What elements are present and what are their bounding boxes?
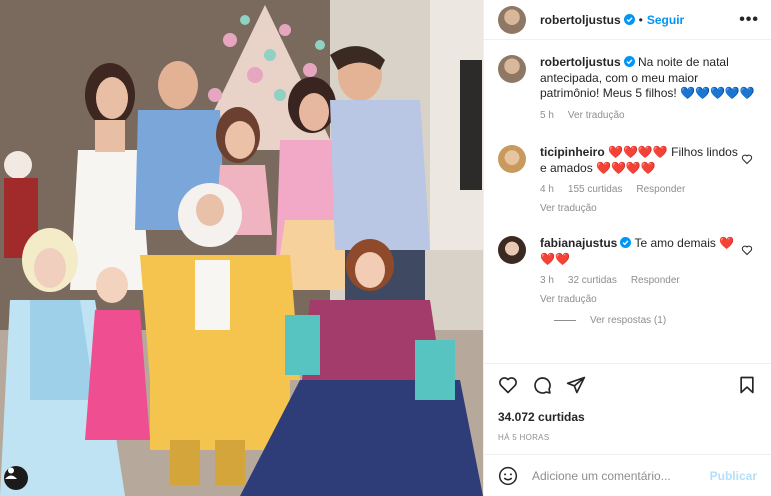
commenter-avatar[interactable] <box>498 236 526 264</box>
comment-input[interactable] <box>532 468 710 483</box>
author-username[interactable]: robertoljustus <box>540 13 621 27</box>
comment-emojis: ❤️❤️❤️❤️ <box>596 160 656 175</box>
post-date: HÁ 5 HORAS <box>498 433 550 442</box>
more-options-icon[interactable]: ••• <box>739 11 759 29</box>
comment-like-heart-icon[interactable] <box>741 153 753 165</box>
caption-emojis: 💙💙💙💙💙 <box>680 86 755 100</box>
verified-badge-icon <box>623 56 635 67</box>
view-replies-label: Ver respostas (1) <box>590 315 667 326</box>
comment-icon[interactable] <box>532 375 552 395</box>
comment-username[interactable]: ticipinheiro <box>540 145 605 159</box>
comments-section: robertoljustus Na noite de natal antecip… <box>484 41 771 363</box>
bookmark-icon[interactable] <box>737 375 757 395</box>
publish-button[interactable]: Publicar <box>710 469 757 483</box>
comment-meta: 3 h 32 curtidas Responder Ver tradução <box>540 273 743 307</box>
caption-time[interactable]: 5 h <box>540 108 554 124</box>
tagged-user-icon[interactable] <box>4 466 28 490</box>
follow-button[interactable]: Seguir <box>647 13 684 27</box>
comment-username[interactable]: fabianajustus <box>540 236 617 250</box>
comment-time[interactable]: 3 h <box>540 273 554 289</box>
replies-divider <box>554 320 576 321</box>
comment-item: ticipinheiro ❤️❤️❤️❤️ Filhos lindos e am… <box>498 145 757 216</box>
caption-translate-link[interactable]: Ver tradução <box>568 108 625 124</box>
share-icon[interactable] <box>566 375 586 395</box>
post-actions: 34.072 curtidas HÁ 5 HORAS <box>484 363 771 442</box>
view-replies-button[interactable]: Ver respostas (1) <box>554 315 757 326</box>
comment-item: fabianajustus Te amo demais ❤️❤️❤️ 3 h 3… <box>498 236 757 307</box>
user-icon <box>5 467 17 479</box>
post-photo[interactable] <box>0 0 483 496</box>
comment-time[interactable]: 4 h <box>540 182 554 198</box>
smile-icon[interactable] <box>498 466 518 486</box>
post-header: robertoljustus • Seguir ••• <box>484 0 771 40</box>
caption: robertoljustus Na noite de natal antecip… <box>498 55 757 123</box>
comment-reply-button[interactable]: Responder <box>636 182 685 198</box>
comment-likes[interactable]: 32 curtidas <box>568 273 617 289</box>
caption-meta: 5 h Ver tradução <box>540 108 757 124</box>
heart-icon[interactable] <box>498 375 518 395</box>
caption-username[interactable]: robertoljustus <box>540 55 621 69</box>
comment-likes[interactable]: 155 curtidas <box>568 182 622 198</box>
comment-composer: Publicar <box>484 454 771 496</box>
commenter-avatar[interactable] <box>498 145 526 173</box>
comment-reply-button[interactable]: Responder <box>631 273 680 289</box>
comment-meta: 4 h 155 curtidas Responder Ver tradução <box>540 182 743 216</box>
comment-text: Te amo demais <box>634 236 716 250</box>
family-christmas-photo <box>0 0 483 496</box>
comment-emojis: ❤️❤️❤️❤️ <box>608 145 668 159</box>
separator-dot: • <box>638 12 643 27</box>
comment-translate-link[interactable]: Ver tradução <box>540 201 743 217</box>
likes-count[interactable]: 34.072 curtidas <box>498 410 757 424</box>
post-side-panel: robertoljustus • Seguir ••• robertoljust… <box>483 0 771 496</box>
verified-badge-icon <box>623 14 635 25</box>
verified-badge-icon <box>620 237 632 248</box>
author-avatar[interactable] <box>498 5 526 34</box>
comment-like-heart-icon[interactable] <box>741 244 753 256</box>
comment-translate-link[interactable]: Ver tradução <box>540 292 743 308</box>
caption-avatar[interactable] <box>498 55 526 83</box>
